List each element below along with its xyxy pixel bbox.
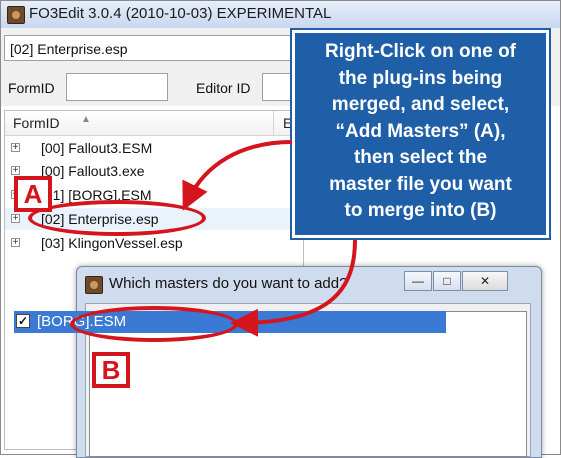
arrow-to-master [230,239,357,337]
arrow-to-plugin [182,140,293,211]
annotation-arrows [182,140,357,337]
